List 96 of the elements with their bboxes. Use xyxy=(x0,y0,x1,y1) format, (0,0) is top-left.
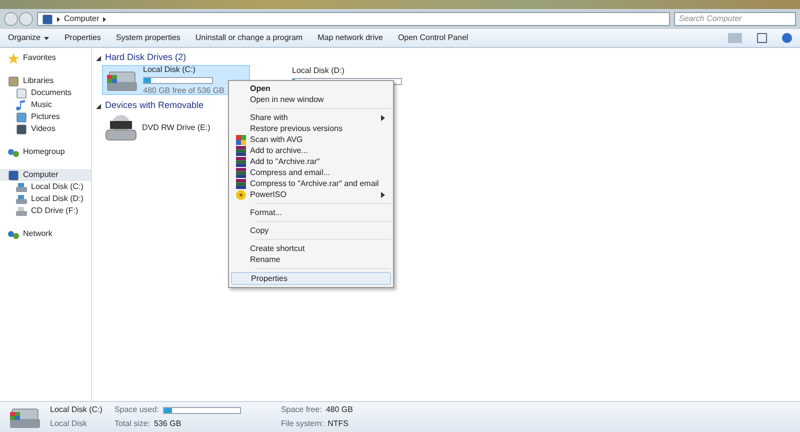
drive-icon xyxy=(16,182,27,192)
menu-item[interactable]: Rename xyxy=(231,254,391,265)
picture-icon xyxy=(16,112,27,122)
menu-label: Properties xyxy=(251,272,288,284)
homegroup-icon xyxy=(8,146,19,158)
details-value: NTFS xyxy=(328,418,348,430)
menu-label: Add to archive... xyxy=(250,144,309,156)
menu-label: Open in new window xyxy=(250,94,325,106)
archive-books-icon xyxy=(236,178,246,188)
view-options-button[interactable] xyxy=(728,33,742,43)
menu-label: Copy xyxy=(250,224,270,236)
back-button[interactable] xyxy=(4,12,18,26)
toolbar-button[interactable]: Properties xyxy=(64,32,101,44)
library-icon xyxy=(8,76,19,86)
nav-item[interactable]: Favorites xyxy=(0,52,91,64)
menu-label: PowerISO xyxy=(250,188,288,200)
nav-item[interactable]: Libraries xyxy=(0,75,91,87)
menu-label: Create shortcut xyxy=(250,242,306,254)
nav-item[interactable]: Computer xyxy=(0,169,91,181)
menu-item[interactable]: Add to archive... xyxy=(231,145,391,156)
drive-name: Local Disk (D:) xyxy=(292,65,346,77)
forward-button[interactable] xyxy=(19,12,33,26)
menu-label: Rename xyxy=(250,254,282,266)
archive-books-icon xyxy=(236,146,246,156)
computer-icon xyxy=(42,14,53,24)
caret-icon xyxy=(44,36,50,40)
toolbar-button[interactable]: Map network drive xyxy=(318,32,383,44)
nav-item[interactable]: Music xyxy=(0,99,91,111)
address-field[interactable]: Computer xyxy=(37,12,670,26)
document-icon xyxy=(16,88,27,98)
disc-icon xyxy=(236,190,246,200)
menu-label: Restore previous versions xyxy=(250,122,344,134)
music-note-icon xyxy=(16,100,27,110)
help-button[interactable] xyxy=(782,33,792,43)
archive-books-icon xyxy=(236,156,246,166)
computer-icon xyxy=(8,170,19,180)
search-input[interactable]: Search Computer xyxy=(679,13,791,25)
nav-item[interactable]: Local Disk (D:) xyxy=(0,193,91,205)
menu-item[interactable]: Open in new window xyxy=(231,94,391,105)
collapse-triangle-icon xyxy=(96,104,101,108)
group-header[interactable]: Devices with Removable xyxy=(105,99,204,113)
menu-label: Scan with AVG xyxy=(250,134,304,146)
nav-item[interactable]: Documents xyxy=(0,87,91,99)
nav-item[interactable]: Local Disk (C:) xyxy=(0,181,91,193)
details-label: Space free: xyxy=(280,404,322,416)
details-value: 536 GB xyxy=(154,418,182,430)
menu-label: Open xyxy=(250,82,272,94)
details-title: Local Disk (C:) xyxy=(50,404,102,416)
toolbar-button[interactable]: Open Control Panel xyxy=(398,32,468,44)
avg-icon xyxy=(236,134,246,144)
menu-item[interactable]: Create shortcut xyxy=(231,243,391,254)
drive-name: DVD RW Drive (E:) xyxy=(142,122,210,134)
menu-label: Compress and email... xyxy=(250,166,332,178)
menu-item[interactable]: Copy xyxy=(231,225,391,236)
toolbar-button[interactable]: Uninstall or change a program xyxy=(195,32,303,44)
archive-books-icon xyxy=(236,168,246,178)
chevron-right-icon xyxy=(57,16,60,22)
nav-item[interactable]: Pictures xyxy=(0,111,91,123)
menu-item[interactable]: PowerISO xyxy=(231,189,391,200)
menu-label: Format... xyxy=(250,206,284,218)
collapse-triangle-icon xyxy=(96,56,101,60)
nav-item[interactable]: Network xyxy=(0,228,91,240)
dvd-drive-icon xyxy=(104,114,138,142)
details-type: Local Disk xyxy=(50,418,88,430)
details-label: Space used: xyxy=(114,404,159,416)
search-field[interactable]: Search Computer xyxy=(674,12,796,26)
menu-item[interactable]: Add to "Archive.rar" xyxy=(231,156,391,167)
menu-item[interactable]: Compress to "Archive.rar" and email xyxy=(231,178,391,189)
drive-tile[interactable]: Local Disk (C:) 480 GB free of 536 GB xyxy=(102,65,250,95)
details-value: 480 GB xyxy=(326,404,353,416)
drive-name: Local Disk (C:) xyxy=(143,64,196,76)
menu-item[interactable]: Compress and email... xyxy=(231,167,391,178)
breadcrumb[interactable]: Computer xyxy=(64,13,100,25)
menu-item[interactable]: Format... xyxy=(231,207,391,218)
details-label: Total size: xyxy=(114,418,150,430)
submenu-arrow-icon xyxy=(381,114,385,120)
film-icon xyxy=(16,124,27,134)
nav-item[interactable]: CD Drive (F:) xyxy=(0,205,91,217)
star-icon xyxy=(8,52,19,64)
network-icon xyxy=(8,228,19,240)
free-space: 480 GB free of 536 GB xyxy=(143,84,224,96)
nav-item[interactable]: Homegroup xyxy=(0,146,91,158)
menu-label: Share with xyxy=(250,112,289,124)
menu-item[interactable]: Properties xyxy=(231,272,391,285)
drive-icon xyxy=(16,194,27,204)
preview-pane-button[interactable] xyxy=(757,33,767,43)
organize-button[interactable]: Organize xyxy=(8,32,50,44)
chevron-right-icon xyxy=(103,16,106,22)
group-header[interactable]: Hard Disk Drives (2) xyxy=(105,51,186,65)
menu-label: Add to "Archive.rar" xyxy=(250,156,321,168)
menu-label: Compress to "Archive.rar" and email xyxy=(250,178,380,190)
details-label: File system: xyxy=(280,418,324,430)
toolbar-button[interactable]: System properties xyxy=(116,32,180,44)
nav-item[interactable]: Videos xyxy=(0,123,91,135)
submenu-arrow-icon xyxy=(381,192,385,198)
cd-drive-icon xyxy=(16,206,27,216)
